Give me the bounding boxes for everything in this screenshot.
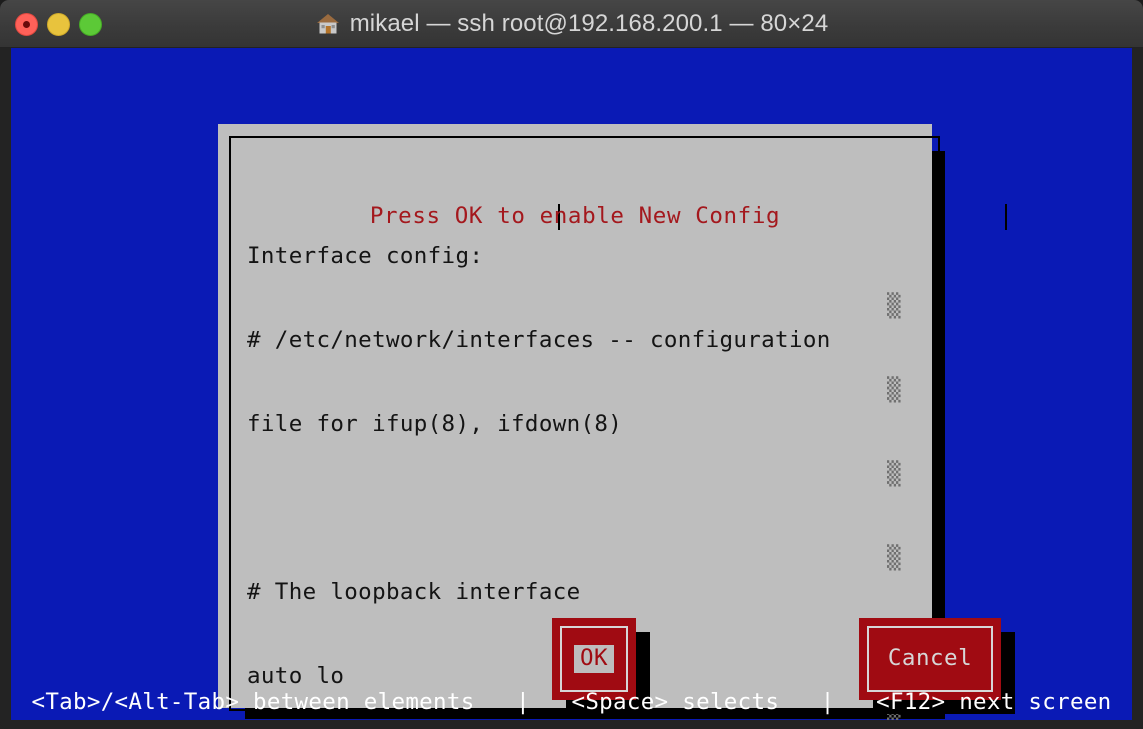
cancel-button-label: Cancel — [887, 645, 973, 671]
ok-button-label: OK — [573, 645, 615, 673]
status-separator: | — [474, 689, 572, 715]
window-frame-right — [1132, 48, 1143, 729]
scrollbar-block: ▒ — [887, 293, 901, 319]
ok-button-border: OK — [560, 626, 628, 692]
status-separator: | — [779, 689, 877, 715]
window-title-group: mikael — ssh root@192.168.200.1 — 80×24 — [0, 0, 1143, 48]
config-dialog: Interface config: # /etc/network/interfa… — [218, 124, 1015, 720]
config-line-blank — [247, 494, 831, 522]
house-icon — [315, 11, 341, 37]
status-hint-f12: <F12> next screen — [876, 689, 1112, 715]
status-bar: <Tab>/<Alt-Tab> between elements | <Spac… — [11, 684, 1132, 720]
window-titlebar: mikael — ssh root@192.168.200.1 — 80×24 — [0, 0, 1143, 48]
scrollbar-block: ▒ — [887, 377, 901, 403]
config-line: # /etc/network/interfaces -- configurati… — [247, 327, 831, 353]
scrollbar-block: ▒ — [887, 461, 901, 487]
interface-config-text: Interface config: # /etc/network/interfa… — [247, 186, 831, 720]
window-title: mikael — ssh root@192.168.200.1 — 80×24 — [349, 10, 829, 37]
dialog-title-tick-right — [1005, 204, 1007, 230]
terminal-window: mikael — ssh root@192.168.200.1 — 80×24 … — [0, 0, 1143, 729]
status-hint-space: <Space> selects — [571, 689, 780, 715]
cancel-button-border: Cancel — [867, 626, 993, 692]
window-frame-bottom — [0, 720, 1143, 729]
terminal-screen: Interface config: # /etc/network/interfa… — [11, 48, 1132, 720]
config-line: file for ifup(8), ifdown(8) — [247, 411, 623, 437]
dialog-title: Press OK to enable New Config — [369, 203, 781, 229]
scrollbar-block: ▒ — [887, 545, 901, 571]
config-line: # The loopback interface — [247, 579, 581, 605]
status-hint-tab: <Tab>/<Alt-Tab> between elements — [31, 689, 475, 715]
config-line: Interface config: — [247, 243, 484, 269]
window-frame-left — [0, 48, 11, 729]
